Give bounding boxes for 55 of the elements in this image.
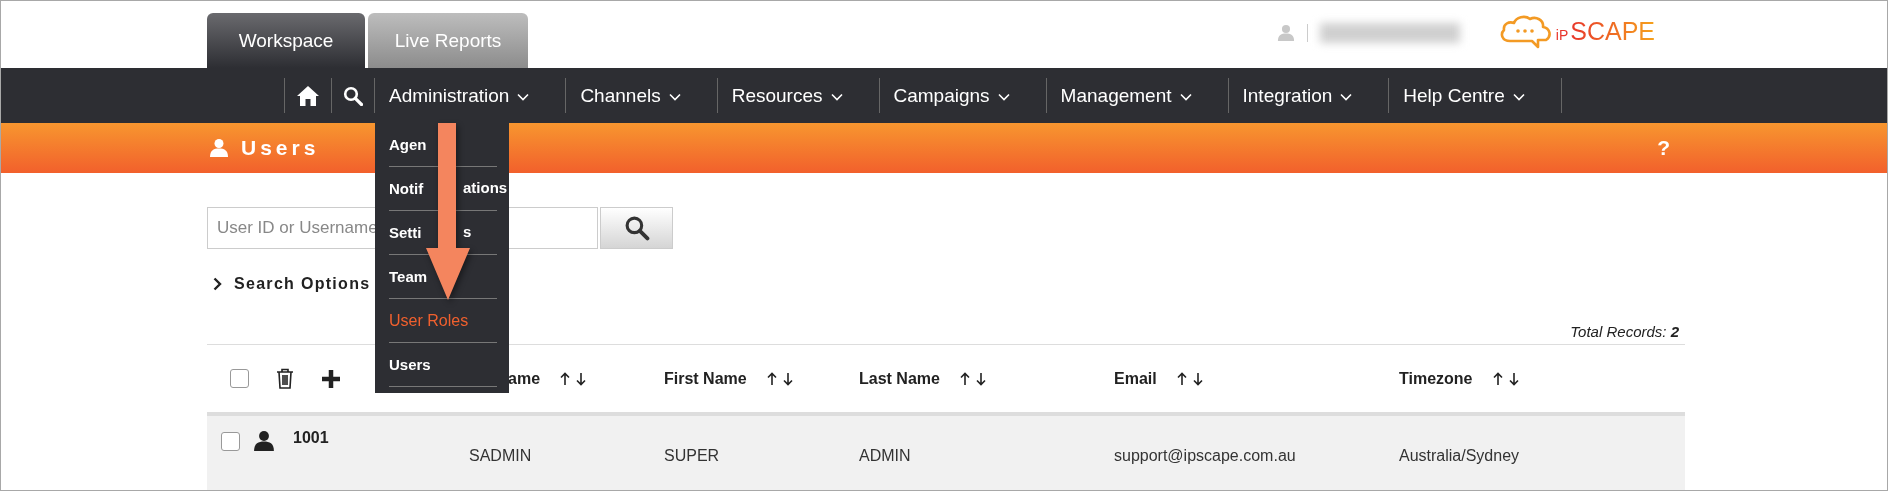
menu-item[interactable]: Setti	[389, 224, 422, 241]
nav-menu[interactable]: Channels	[566, 68, 717, 123]
total-records: Total Records: 2	[1569, 323, 1680, 340]
sort-arrows-icon[interactable]	[766, 371, 793, 386]
nav-menu[interactable]: Resources	[717, 68, 879, 123]
search-options-toggle[interactable]: Search Options	[213, 275, 371, 293]
table-cell-text: ADMIN	[859, 447, 912, 465]
sort-arrows-icon[interactable]	[959, 371, 986, 386]
table-cell-text: Australia/Sydney	[1399, 447, 1521, 465]
search-button[interactable]	[600, 207, 673, 249]
trash-icon[interactable]	[276, 368, 294, 389]
chevron-down-icon	[517, 92, 530, 101]
user-id: 1001	[293, 429, 329, 447]
menu-item[interactable]: Team	[389, 268, 428, 285]
user-icon	[209, 138, 229, 158]
plus-icon[interactable]	[321, 368, 341, 389]
nav-menu[interactable]: Integration	[1228, 68, 1389, 123]
nav-menu[interactable]: Campaigns	[879, 68, 1046, 123]
sort-arrows-icon[interactable]	[1176, 371, 1203, 386]
table-cell-text: SUPER	[664, 447, 721, 465]
menu-item[interactable]: Users	[389, 356, 431, 373]
menu-item-fragment: s	[463, 223, 472, 240]
chevron-down-icon	[1340, 92, 1353, 101]
user-icon	[253, 430, 275, 452]
sort-arrows-icon[interactable]	[1492, 371, 1519, 386]
column-header[interactable]: Email	[1114, 369, 1157, 388]
user-icon	[1276, 23, 1295, 42]
select-all-checkbox[interactable]	[230, 369, 249, 388]
search-icon[interactable]	[343, 85, 363, 106]
column-header[interactable]: Last Name	[859, 369, 940, 388]
logo-prefix: iP	[1555, 26, 1569, 43]
menu-item[interactable]: Agen	[389, 136, 427, 153]
chevron-right-icon	[213, 277, 222, 291]
column-header[interactable]: Timezone	[1399, 369, 1473, 388]
chevron-down-icon	[997, 92, 1010, 101]
nav-menu[interactable]: Help Centre	[1389, 68, 1561, 123]
nav-menu[interactable]: Administration	[375, 68, 566, 123]
page-title: Users	[241, 136, 320, 160]
table-cell-text: SADMIN	[469, 447, 533, 465]
column-header[interactable]: First Name	[664, 369, 747, 388]
top-tab[interactable]: Workspace	[207, 13, 365, 68]
menu-item-fragment: ations	[463, 179, 508, 196]
nav-menu[interactable]: Management	[1046, 68, 1228, 123]
chevron-down-icon	[668, 92, 681, 101]
menu-item[interactable]: User Roles	[389, 311, 469, 330]
column-header[interactable]: ame	[508, 369, 541, 388]
chevron-down-icon	[1179, 92, 1192, 101]
row-checkbox[interactable]	[221, 431, 240, 451]
home-icon[interactable]	[296, 84, 320, 107]
search-icon	[623, 215, 650, 241]
chevron-down-icon	[1512, 92, 1525, 101]
menu-item[interactable]: Notif	[389, 180, 424, 197]
chevron-down-icon	[830, 92, 843, 101]
sort-arrows-icon[interactable]	[560, 371, 587, 386]
table-cell-text: support@ipscape.com.au	[1114, 447, 1297, 465]
